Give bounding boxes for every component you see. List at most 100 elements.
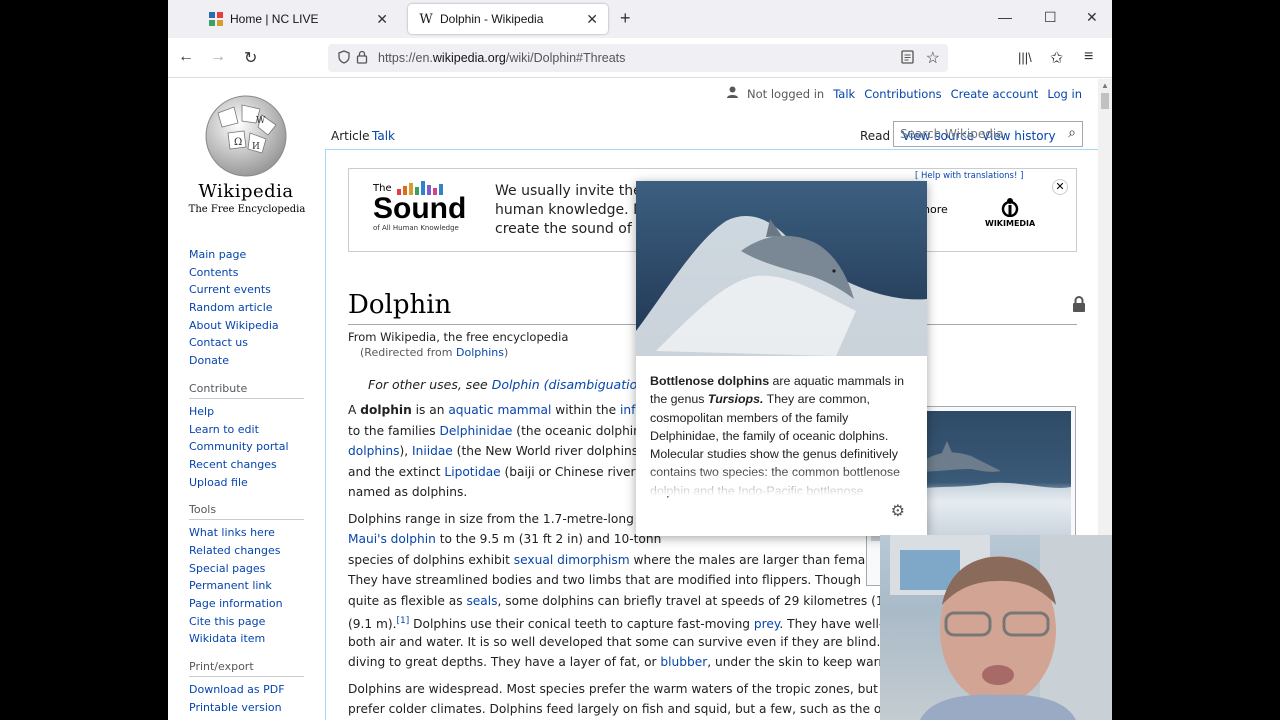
tab-talk[interactable]: Talk [366, 123, 401, 149]
sidebar-item-contact-us[interactable]: Contact us [189, 334, 304, 352]
url-text[interactable]: https://en.wikipedia.org/wiki/Dolphin#Th… [378, 51, 625, 65]
wikipedia-favicon-icon: W [419, 11, 433, 27]
menu-icon[interactable]: ≡ [1084, 48, 1093, 66]
sidebar-item-help[interactable]: Help [189, 403, 304, 421]
extensions-icon[interactable]: ✩ [1050, 48, 1063, 68]
gear-icon[interactable]: ⚙ [891, 501, 905, 521]
scrollbar-thumb[interactable] [1101, 93, 1109, 109]
sidebar-item-main-page[interactable]: Main page [189, 246, 304, 264]
citation-link[interactable]: [1] [397, 616, 410, 626]
wikimedia-label: WIKIMEDIA [985, 219, 1036, 228]
tab-nc-live[interactable]: Home | NC LIVE ✕ [198, 4, 398, 34]
sidebar-item-learn-to-edit[interactable]: Learn to edit [189, 421, 304, 439]
article-link[interactable]: Iniidae [412, 444, 453, 458]
article-link[interactable]: Lipotidae [444, 465, 500, 479]
sound-logo-sub: of All Human Knowledge [373, 224, 459, 232]
lock-icon[interactable] [356, 50, 368, 67]
log-in-link[interactable]: Log in [1047, 87, 1082, 101]
search-placeholder: Search Wikipedia [900, 127, 1004, 141]
sidebar-item-page-information[interactable]: Page information [189, 595, 304, 613]
sidebar-item-community-portal[interactable]: Community portal [189, 438, 304, 456]
scroll-up-icon[interactable]: ▲ [1101, 81, 1109, 90]
article-link[interactable]: Delphinidae [440, 424, 513, 438]
article-line: and the extinct Lipotidae (baiji or Chin… [348, 462, 638, 483]
article-text: A [348, 403, 361, 417]
sidebar-item-wikidata-item[interactable]: Wikidata item [189, 630, 304, 648]
article-line: diving to great depths. They have a laye… [348, 652, 883, 673]
back-arrow-icon[interactable]: ← [178, 48, 194, 66]
wikipedia-wordmark[interactable]: Wikipedia [190, 181, 302, 202]
bottlenose-dolphin-photo[interactable] [636, 181, 927, 356]
page-preview-popup[interactable]: Bottlenose dolphins are aquatic mammals … [636, 181, 927, 536]
reader-view-icon[interactable] [901, 50, 914, 67]
minimize-icon[interactable]: — [998, 9, 1012, 25]
redirect-link[interactable]: Dolphins [456, 346, 504, 359]
sidebar-item-printable-version[interactable]: Printable version [189, 699, 304, 717]
tab-bar: Home | NC LIVE ✕ W Dolphin - Wikipedia ✕… [168, 0, 1112, 38]
article-link[interactable]: dolphins [348, 444, 400, 458]
article-text: within the [551, 403, 620, 417]
article-line: named as dolphins. [348, 482, 638, 503]
window-close-icon[interactable]: ✕ [1086, 9, 1098, 26]
reload-icon[interactable]: ↻ [244, 48, 257, 68]
not-logged-in-label: Not logged in [747, 86, 825, 101]
article-link[interactable]: seals [466, 594, 497, 608]
sidebar-item-about-wikipedia[interactable]: About Wikipedia [189, 317, 304, 335]
sidebar-item-special-pages[interactable]: Special pages [189, 560, 304, 578]
contributions-link[interactable]: Contributions [864, 87, 941, 101]
sidebar-item-upload-file[interactable]: Upload file [189, 474, 304, 492]
disambiguation-link[interactable]: Dolphin (disambiguation) [492, 377, 650, 392]
maximize-icon[interactable]: ☐ [1044, 9, 1057, 26]
tab-title: Dolphin - Wikipedia [440, 12, 544, 26]
close-banner-icon[interactable]: ✕ [1052, 179, 1068, 195]
sidebar-item-cite-this-page[interactable]: Cite this page [189, 613, 304, 631]
article-link[interactable]: aquatic mammal [448, 403, 551, 417]
sidebar-item-download-as-pdf[interactable]: Download as PDF [189, 681, 304, 699]
sidebar-item-what-links-here[interactable]: What links here [189, 524, 304, 542]
article-line: to the families Delphinidae (the oceanic… [348, 421, 638, 442]
url-bar[interactable]: https://en.wikipedia.org/wiki/Dolphin#Th… [328, 44, 948, 72]
create-account-link[interactable]: Create account [951, 87, 1039, 101]
article-text: prefer colder climates. Dolphins feed la… [348, 702, 883, 716]
svg-text:W: W [256, 116, 266, 126]
sidebar-item-permanent-link[interactable]: Permanent link [189, 577, 304, 595]
redirect-note: (Redirected from Dolphins) [360, 346, 509, 359]
sidebar-item-random-article[interactable]: Random article [189, 299, 304, 317]
tab-wikipedia[interactable]: W Dolphin - Wikipedia ✕ [408, 4, 608, 34]
article-link[interactable]: blubber [660, 655, 707, 669]
forward-arrow-icon[interactable]: → [210, 48, 226, 66]
wikipedia-globe-logo-icon[interactable]: Ω W И [198, 93, 294, 179]
article-text: named as dolphins. [348, 485, 468, 499]
help-translations-link[interactable]: [ Help with translations! ] [915, 171, 1023, 181]
close-tab-icon[interactable]: ✕ [376, 11, 388, 28]
bookmark-star-icon[interactable]: ☆ [926, 48, 940, 68]
article-text: Dolphins range in size from the 1.7-metr… [348, 512, 659, 526]
library-icon[interactable]: |||\ [1018, 50, 1032, 65]
nc-live-favicon-icon [208, 11, 224, 27]
sidebar-item-contents[interactable]: Contents [189, 264, 304, 282]
sidebar-item-current-events[interactable]: Current events [189, 281, 304, 299]
close-tab-icon[interactable]: ✕ [586, 11, 598, 28]
new-tab-icon[interactable]: + [620, 8, 631, 29]
preview-bold-term: Bottlenose dolphins [650, 374, 770, 388]
search-input[interactable]: Search Wikipedia ⌕ [893, 121, 1083, 147]
sound-logo-word: Sound [373, 192, 467, 225]
sidebar-item-donate[interactable]: Donate [189, 352, 304, 370]
article-line: species of dolphins exhibit sexual dimor… [348, 550, 883, 571]
article-link[interactable]: Maui's dolphin [348, 532, 436, 546]
tab-read[interactable]: Read [854, 123, 897, 149]
sidebar-item-related-changes[interactable]: Related changes [189, 542, 304, 560]
article-link[interactable]: sexual dimorphism [514, 553, 630, 567]
protected-lock-icon[interactable] [1072, 296, 1086, 316]
article-text: (the New World river dolphins), [452, 444, 638, 458]
user-talk-link[interactable]: Talk [833, 87, 855, 101]
article-text: diving to great depths. They have a laye… [348, 655, 661, 669]
shield-icon[interactable] [338, 49, 350, 67]
preview-genus: Tursiops. [707, 392, 764, 407]
search-icon[interactable]: ⌕ [1068, 125, 1076, 141]
presenter-video-icon [890, 535, 1112, 720]
article-link[interactable]: prey [754, 617, 779, 631]
sidebar-item-recent-changes[interactable]: Recent changes [189, 456, 304, 474]
article-text: . They have well-develo [779, 617, 883, 632]
article-line: dolphins), Iniidae (the New World river … [348, 441, 638, 462]
